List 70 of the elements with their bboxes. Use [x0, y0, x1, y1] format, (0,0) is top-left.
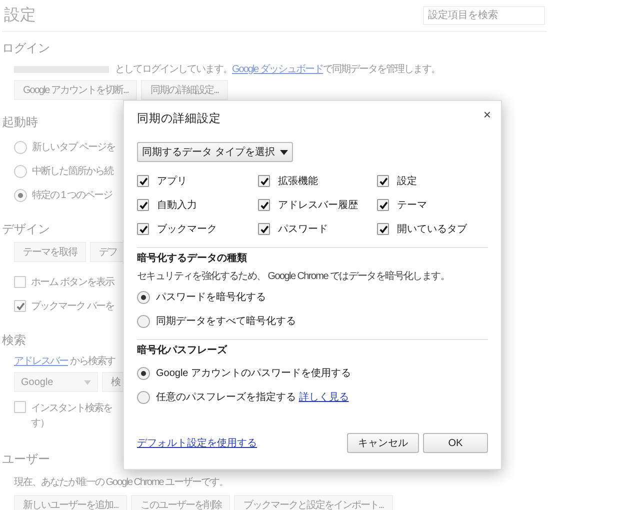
checkbox-label: アドレスバー履歴 — [278, 199, 358, 212]
dialog-button[interactable]: OK — [423, 433, 488, 453]
search-field[interactable]: 設定項目を検索 — [423, 6, 545, 25]
radio-button[interactable] — [137, 290, 150, 304]
checkbox[interactable] — [137, 199, 149, 211]
option-label: 任意のパスフレーズを指定する 詳しく見る — [156, 390, 349, 404]
page-button[interactable]: 同期の詳細設定... — [141, 80, 228, 100]
checkbox-label: テーマ — [397, 199, 427, 212]
option-label: ホーム ボタンを表示 — [31, 276, 114, 290]
address-bar-link[interactable]: アドレスバー — [14, 356, 68, 367]
page-button[interactable]: テーマを取得 — [14, 242, 86, 262]
section-heading: ログイン — [2, 40, 50, 57]
default-settings-link[interactable]: デフォルト設定を使用する — [137, 436, 257, 450]
page-button[interactable]: Google アカウントを切断... — [14, 80, 138, 100]
checkbox-label: 開いているタブ — [397, 222, 467, 236]
page-button[interactable]: デフ — [90, 242, 126, 262]
radio-button[interactable] — [137, 366, 150, 380]
checkbox-label: アプリ — [157, 174, 187, 188]
option-label: 新しいタブ ページを — [32, 140, 115, 154]
checkbox[interactable] — [258, 223, 270, 235]
checkbox-label: パスワード — [278, 223, 328, 236]
option-label: インスタント検索を す） — [31, 402, 112, 431]
engine-select[interactable]: Google — [14, 372, 98, 392]
radio-button[interactable] — [14, 140, 27, 154]
info-text: 現在、あなたが唯一の Google Chrome ユーザーです。 — [14, 476, 228, 489]
checkbox[interactable] — [258, 175, 270, 187]
checkbox[interactable] — [377, 175, 389, 187]
option-label: ブックマーク バーを — [31, 300, 114, 314]
page-button[interactable]: ブックマークと設定をインポート... — [234, 495, 393, 510]
checkbox-label: 自動入力 — [157, 198, 197, 212]
checkbox-label: ブックマーク — [157, 222, 217, 236]
option-label: 特定の 1 つのページ — [32, 188, 112, 202]
checkbox[interactable] — [14, 300, 26, 312]
account-text: としてログインしています。Google ダッシュボードで同期データを管理します。 — [115, 62, 440, 76]
section-heading: ユーザー — [2, 451, 50, 468]
radio-button[interactable] — [137, 390, 150, 404]
checkbox-label: 拡張機能 — [278, 174, 318, 188]
checkbox[interactable] — [137, 223, 149, 235]
dashboard-link[interactable]: Google ダッシュボード — [232, 64, 324, 75]
dialog-title: 同期の詳細設定 — [137, 112, 221, 126]
dialog-button[interactable]: キャンセル — [347, 433, 419, 453]
checkbox[interactable] — [137, 175, 149, 187]
radio-button[interactable] — [14, 164, 27, 178]
checkbox[interactable] — [14, 401, 26, 413]
search-text: アドレスバー から検索す — [14, 354, 115, 368]
page-button[interactable]: このユーザーを削除 — [131, 495, 230, 510]
section-heading: 検索 — [2, 332, 26, 349]
section-heading: 暗号化パスフレーズ — [137, 343, 228, 358]
section-heading: デザイン — [2, 221, 50, 238]
data-type-dropdown[interactable]: 同期するデータ タイプを選択 — [137, 142, 293, 162]
option-label: 同期データをすべて暗号化する — [156, 314, 296, 328]
radio-button[interactable] — [137, 314, 150, 328]
option-label: パスワードを暗号化する — [156, 290, 266, 304]
option-label: 中断した箇所から続 — [32, 164, 113, 178]
learn-more-link[interactable]: 詳しく見る — [298, 392, 349, 403]
description-text: セキュリティを強化するため、 Google Chrome ではデータを暗号化します。 — [137, 270, 451, 284]
checkbox-label: 設定 — [397, 174, 417, 188]
caret-icon — [280, 150, 288, 154]
caret-icon — [84, 380, 91, 384]
radio-button[interactable] — [14, 188, 27, 202]
page-title: 設定 — [3, 6, 36, 26]
checkbox[interactable] — [14, 276, 26, 288]
close-button[interactable]: × — [477, 109, 491, 121]
checkbox[interactable] — [377, 223, 389, 235]
section-heading: 起動時 — [2, 114, 38, 131]
checkbox[interactable] — [258, 199, 270, 211]
page-button[interactable]: 新しいユーザーを追加... — [14, 495, 128, 510]
option-label: Google アカウントのパスワードを使用する — [156, 367, 352, 380]
section-heading: 暗号化するデータの種類 — [137, 251, 248, 266]
checkbox[interactable] — [377, 199, 389, 211]
